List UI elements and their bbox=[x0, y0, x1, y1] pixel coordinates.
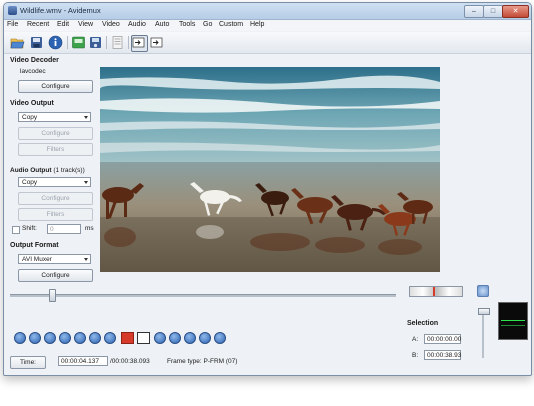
info-icon[interactable] bbox=[48, 35, 63, 50]
avidemux-app-icon bbox=[8, 6, 17, 15]
goto-marker-a-icon[interactable] bbox=[199, 332, 211, 344]
refresh-icon[interactable] bbox=[477, 285, 489, 297]
toolbar-separator bbox=[128, 36, 129, 49]
audio-output-filters-button[interactable]: Filters bbox=[18, 208, 93, 221]
timeline-slider-track[interactable] bbox=[10, 294, 396, 297]
close-button[interactable]: ✕ bbox=[502, 5, 529, 18]
menu-video[interactable]: Video bbox=[102, 21, 120, 28]
volume-slider-thumb[interactable] bbox=[478, 308, 490, 315]
goto-first-frame-icon[interactable] bbox=[169, 332, 181, 344]
audio-output-title: Audio Output bbox=[10, 167, 52, 174]
video-preview bbox=[100, 67, 440, 272]
marker-a-value[interactable]: 00:00:00.00 bbox=[424, 334, 461, 344]
menu-file[interactable]: File bbox=[7, 21, 18, 28]
video-decoder-configure-button[interactable]: Configure bbox=[18, 80, 93, 93]
menu-go[interactable]: Go bbox=[203, 21, 212, 28]
menu-tools[interactable]: Tools bbox=[179, 21, 195, 28]
selection-heading: Selection bbox=[407, 320, 439, 327]
video-output-configure-button[interactable]: Configure bbox=[18, 127, 93, 140]
audio-output-select[interactable]: Copy bbox=[18, 177, 91, 187]
shift-checkbox[interactable] bbox=[12, 226, 20, 234]
time-button[interactable]: Time: bbox=[10, 356, 46, 369]
output-format-heading: Output Format bbox=[10, 242, 59, 249]
volume-slider-track[interactable] bbox=[482, 308, 484, 358]
next-black-frame-icon[interactable] bbox=[154, 332, 166, 344]
audio-meter-line bbox=[501, 320, 525, 321]
video-output-selected: Copy bbox=[22, 114, 38, 121]
menu-view[interactable]: View bbox=[78, 21, 93, 28]
toolbar bbox=[4, 32, 531, 54]
jog-indicator bbox=[433, 287, 435, 296]
video-output-heading: Video Output bbox=[10, 100, 54, 107]
input-preview-icon[interactable] bbox=[131, 35, 148, 52]
toolbar-separator bbox=[67, 36, 68, 49]
marker-a-label: A: bbox=[412, 336, 419, 343]
output-format-selected: AVI Muxer bbox=[22, 256, 52, 263]
chevron-down-icon bbox=[84, 181, 88, 184]
audio-output-configure-button[interactable]: Configure bbox=[18, 192, 93, 205]
shift-unit-label: ms bbox=[85, 225, 94, 232]
menu-recent[interactable]: Recent bbox=[27, 21, 49, 28]
frame-type: Frame type: P-FRM (07) bbox=[167, 358, 238, 365]
set-marker-b-icon[interactable] bbox=[121, 332, 134, 344]
save-project-icon[interactable] bbox=[88, 35, 103, 50]
video-decoder-heading: Video Decoder bbox=[10, 57, 59, 64]
video-decoder-codec: lavcodec bbox=[20, 68, 46, 75]
output-format-configure-button[interactable]: Configure bbox=[18, 269, 93, 282]
app-window: Wildlife.wmv - Avidemux – □ ✕ File Recen… bbox=[3, 2, 532, 376]
script-icon[interactable] bbox=[110, 35, 125, 50]
toolbar-separator bbox=[106, 36, 107, 49]
set-marker-a-icon[interactable] bbox=[104, 332, 116, 344]
output-format-select[interactable]: AVI Muxer bbox=[18, 254, 91, 264]
jog-shuttle[interactable] bbox=[409, 286, 463, 297]
audio-output-heading: Audio Output (1 track(s)) bbox=[10, 167, 85, 174]
menu-help[interactable]: Help bbox=[250, 21, 264, 28]
audio-output-selected: Copy bbox=[22, 179, 38, 186]
menu-audio[interactable]: Audio bbox=[128, 21, 146, 28]
next-frame-icon[interactable] bbox=[59, 332, 71, 344]
stop-icon[interactable] bbox=[29, 332, 41, 344]
maximize-button[interactable]: □ bbox=[483, 5, 503, 18]
video-output-select[interactable]: Copy bbox=[18, 112, 91, 122]
prev-keyframe-icon[interactable] bbox=[74, 332, 86, 344]
menu-bar: File Recent Edit View Video Audio Auto T… bbox=[4, 20, 531, 31]
menu-auto[interactable]: Auto bbox=[155, 21, 169, 28]
play-icon[interactable] bbox=[14, 332, 26, 344]
title-bar: Wildlife.wmv - Avidemux – □ ✕ bbox=[4, 3, 531, 20]
open-file-icon[interactable] bbox=[10, 35, 25, 50]
goto-marker-b-icon[interactable] bbox=[214, 332, 226, 344]
menu-edit[interactable]: Edit bbox=[57, 21, 69, 28]
shift-label: Shift: bbox=[22, 225, 37, 232]
goto-last-frame-icon[interactable] bbox=[184, 332, 196, 344]
marker-b-value[interactable]: 00:00:38.93 bbox=[424, 350, 461, 360]
output-preview-icon[interactable] bbox=[149, 35, 164, 50]
audio-meter-line bbox=[501, 325, 525, 326]
chevron-down-icon bbox=[84, 258, 88, 261]
shift-value-input[interactable]: 0 bbox=[47, 224, 81, 234]
audio-meter bbox=[498, 302, 528, 340]
open-folder-icon[interactable] bbox=[71, 35, 86, 50]
timeline-slider-thumb[interactable] bbox=[49, 289, 57, 302]
prev-black-frame-icon[interactable] bbox=[137, 332, 150, 344]
chevron-down-icon bbox=[84, 116, 88, 119]
save-file-icon[interactable] bbox=[29, 35, 44, 50]
video-output-filters-button[interactable]: Filters bbox=[18, 143, 93, 156]
current-time-input[interactable]: 00:00:04.137 bbox=[58, 356, 108, 366]
window-title: Wildlife.wmv - Avidemux bbox=[20, 6, 101, 15]
menu-custom[interactable]: Custom bbox=[219, 21, 243, 28]
audio-output-track-count: (1 track(s)) bbox=[51, 167, 85, 174]
total-time: /00:00:38.093 bbox=[110, 358, 150, 365]
next-keyframe-icon[interactable] bbox=[89, 332, 101, 344]
minimize-button[interactable]: – bbox=[464, 5, 484, 18]
prev-frame-icon[interactable] bbox=[44, 332, 56, 344]
marker-b-label: B: bbox=[412, 352, 419, 359]
